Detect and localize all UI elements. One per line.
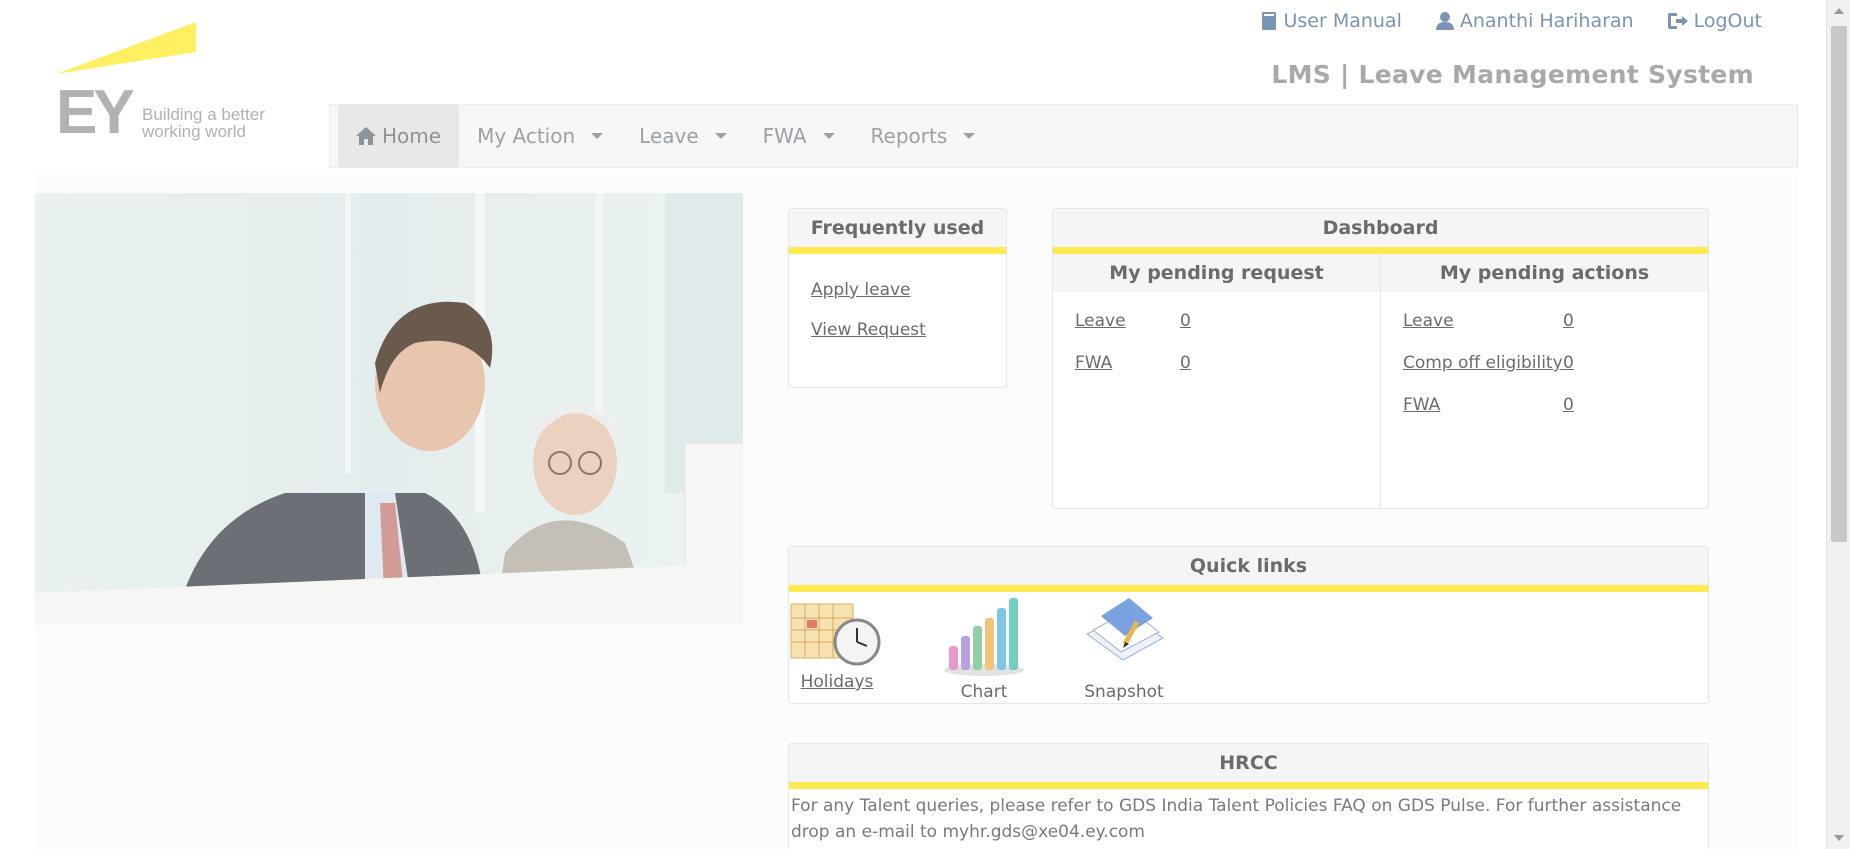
pending-actions-compoff-count[interactable]: 0 [1563, 353, 1574, 373]
holidays-link[interactable]: Holidays [801, 672, 874, 692]
ey-logo[interactable]: EY Building a better working world [56, 22, 296, 147]
user-name: Ananthi Hariharan [1459, 10, 1634, 32]
logout-link[interactable]: LogOut [1667, 10, 1762, 32]
user-manual-label: User Manual [1283, 10, 1402, 32]
logo-mark: EY [56, 78, 135, 147]
main-nav: Home My Action Leave FWA Reports [329, 104, 1798, 168]
pending-actions-title: My pending actions [1381, 254, 1708, 292]
table-row: Comp off eligibility 0 [1403, 342, 1574, 384]
pending-actions-fwa-count[interactable]: 0 [1563, 395, 1574, 415]
pending-request-title: My pending request [1053, 254, 1380, 292]
snapshot-label: Snapshot [1084, 682, 1164, 702]
hrcc-text-line-1: For any Talent queries, please refer to … [791, 796, 1682, 816]
hrcc-panel: HRCC For any Talent queries, please refe… [788, 743, 1709, 849]
vertical-scrollbar[interactable] [1826, 0, 1850, 849]
table-row: Leave 0 [1403, 300, 1574, 342]
chevron-down-icon [822, 133, 835, 139]
app-title: LMS | Leave Management System [1271, 60, 1754, 89]
nav-leave[interactable]: Leave [621, 105, 745, 167]
pending-request-fwa-link[interactable]: FWA [1075, 353, 1112, 373]
chart-label: Chart [960, 682, 1008, 702]
nav-my-action-label: My Action [477, 124, 576, 148]
scrollbar-thumb[interactable] [1831, 26, 1847, 542]
chevron-down-icon [591, 133, 604, 139]
pending-request-column: My pending request Leave 0 FWA 0 [1053, 254, 1380, 510]
user-manual-link[interactable]: User Manual [1261, 10, 1402, 32]
nav-reports-label: Reports [870, 124, 948, 148]
hrcc-text-line-2: drop an e-mail to myhr.gds@xe04.ey.com [791, 822, 1145, 842]
apply-leave-link[interactable]: Apply leave [811, 280, 984, 300]
quick-link-snapshot[interactable]: Snapshot [1079, 594, 1169, 702]
nav-home[interactable]: Home [338, 105, 460, 167]
pending-actions-compoff-link[interactable]: Comp off eligibility [1403, 353, 1563, 373]
hrcc-title: HRCC [789, 744, 1708, 789]
home-icon [356, 127, 376, 145]
table-row: Leave 0 [1075, 300, 1191, 342]
frequently-used-title: Frequently used [789, 209, 1006, 254]
pending-request-leave-count[interactable]: 0 [1180, 311, 1191, 331]
logout-icon [1667, 13, 1688, 29]
calendar-clock-icon [790, 603, 881, 666]
table-row: FWA 0 [1403, 384, 1574, 426]
nav-my-action[interactable]: My Action [459, 105, 621, 167]
user-profile-link[interactable]: Ananthi Hariharan [1435, 10, 1634, 32]
pending-actions-fwa-link[interactable]: FWA [1403, 395, 1440, 415]
pending-actions-table: Leave 0 Comp off eligibility 0 FWA 0 [1403, 300, 1574, 426]
pending-actions-leave-link[interactable]: Leave [1403, 311, 1454, 331]
frequently-used-panel: Frequently used Apply leave View Request [788, 208, 1007, 388]
chevron-down-icon [963, 133, 976, 139]
hero-image [35, 193, 743, 625]
logo-tagline-line-2: working world [142, 122, 246, 141]
hrcc-text: For any Talent queries, please refer to … [789, 789, 1708, 845]
ey-beam-icon [56, 22, 196, 74]
quick-link-holidays[interactable]: Holidays [789, 594, 885, 692]
dashboard-panel: Dashboard My pending request Leave 0 FWA… [1052, 208, 1709, 510]
bar-chart-icon [944, 598, 1024, 676]
logo-tagline: Building a better working world [142, 106, 265, 140]
quick-links-panel: Quick links Holidays Chart Snapshot [788, 546, 1709, 704]
quick-links-title: Quick links [789, 547, 1708, 592]
table-row: FWA 0 [1075, 342, 1191, 384]
pending-actions-column: My pending actions Leave 0 Comp off elig… [1380, 254, 1708, 510]
pending-actions-leave-count[interactable]: 0 [1563, 311, 1574, 331]
nav-reports[interactable]: Reports [853, 105, 994, 167]
logout-label: LogOut [1693, 10, 1762, 32]
user-icon [1435, 12, 1454, 30]
view-request-link[interactable]: View Request [811, 320, 984, 340]
snapshot-icon [1086, 598, 1164, 661]
nav-home-label: Home [382, 124, 442, 148]
chevron-down-icon [714, 133, 727, 139]
pending-request-leave-link[interactable]: Leave [1075, 311, 1126, 331]
nav-fwa-label: FWA [762, 124, 807, 148]
page: EY Building a better working world User … [0, 0, 1826, 849]
book-icon [1262, 12, 1277, 30]
dashboard-title: Dashboard [1053, 209, 1708, 254]
logo-tagline-line-1: Building a better [142, 105, 265, 124]
nav-leave-label: Leave [639, 124, 699, 148]
top-links: User Manual Ananthi Hariharan LogOut [1261, 10, 1762, 32]
quick-link-chart[interactable]: Chart [939, 594, 1029, 702]
scroll-down-icon[interactable] [1834, 835, 1844, 841]
pending-request-fwa-count[interactable]: 0 [1180, 353, 1191, 373]
nav-fwa[interactable]: FWA [745, 105, 853, 167]
scroll-up-icon[interactable] [1834, 8, 1844, 14]
pending-request-table: Leave 0 FWA 0 [1075, 300, 1191, 384]
